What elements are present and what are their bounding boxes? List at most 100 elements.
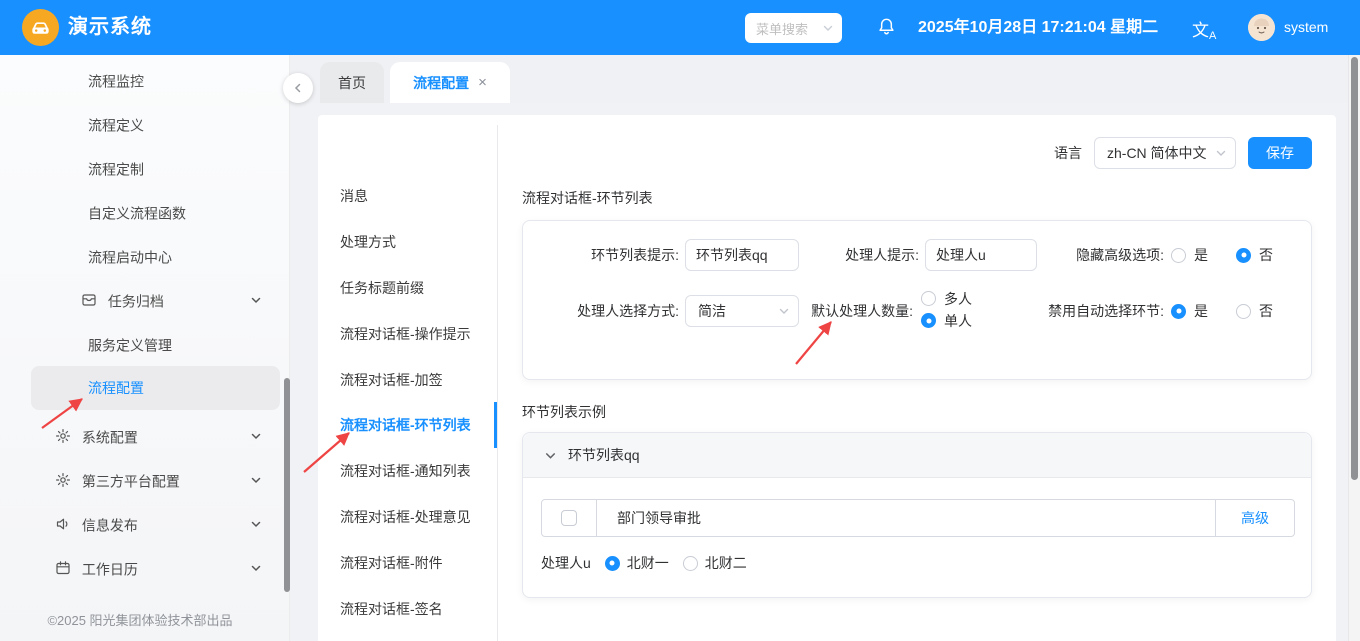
main-content-area: 语言 zh-CN 简体中文 保存 消息 处理方式 任务标题前缀 流程对话框-操作…	[290, 103, 1348, 641]
process-config-card: 语言 zh-CN 简体中文 保存 消息 处理方式 任务标题前缀 流程对话框-操作…	[318, 115, 1336, 641]
approval-node-row: 部门领导审批 高级	[541, 499, 1295, 537]
settings-content: 流程对话框-环节列表 环节列表提示: 处理人提示: 隐藏高级选项: 是 否	[522, 115, 1312, 641]
menu-item-handle-mode[interactable]: 处理方式	[318, 219, 497, 265]
notification-bell-icon[interactable]	[876, 17, 897, 41]
hide-advanced-no-label[interactable]: 否	[1259, 245, 1273, 265]
section-title-node-list: 流程对话框-环节列表	[522, 190, 653, 206]
disable-auto-select-yes-label[interactable]: 是	[1194, 301, 1208, 321]
default-handler-count-radio-multi[interactable]	[921, 291, 936, 306]
sidebar-item-system-config[interactable]: 系统配置	[0, 414, 290, 458]
app-title: 演示系统	[68, 16, 152, 38]
user-avatar[interactable]	[1248, 14, 1275, 41]
speaker-icon	[56, 518, 68, 530]
advanced-link[interactable]: 高级	[1215, 500, 1294, 536]
default-handler-count-single-label[interactable]: 单人	[944, 311, 972, 331]
archive-icon	[82, 294, 96, 306]
node-list-form-panel: 环节列表提示: 处理人提示: 隐藏高级选项: 是 否 处理人选择方式:	[522, 220, 1312, 380]
default-handler-count-radio-single[interactable]	[921, 313, 936, 328]
chevron-down-icon	[823, 25, 833, 31]
hide-advanced-yes-label[interactable]: 是	[1194, 245, 1208, 265]
sidebar-item-service-definition-management[interactable]: 服务定义管理	[0, 322, 290, 366]
node-list-example-panel: 环节列表qq 部门领导审批 高级 处理人u 北财一 北财二	[522, 432, 1312, 598]
menu-item-dialog-operation-tip[interactable]: 流程对话框-操作提示	[318, 311, 497, 357]
chevron-down-icon	[251, 297, 261, 304]
top-header-bar: 演示系统 菜单搜索 2025年10月28日 17:21:04 星期二 文A sy…	[0, 0, 1360, 55]
active-menu-indicator	[494, 402, 497, 448]
tab-home-label: 首页	[338, 74, 366, 91]
sidebar-item-custom-process-function[interactable]: 自定义流程函数	[0, 190, 290, 234]
example-panel-title: 环节列表qq	[568, 447, 640, 463]
handler-option1-label[interactable]: 北财一	[627, 553, 669, 573]
handler-prompt-label: 处理人提示:	[845, 247, 919, 263]
default-handler-count-multi-label[interactable]: 多人	[944, 289, 972, 309]
calendar-icon	[56, 561, 70, 575]
menu-item-dialog-signature[interactable]: 流程对话框-签名	[318, 586, 497, 632]
disable-auto-select-label: 禁用自动选择环节:	[1048, 303, 1164, 319]
disable-auto-select-no-label[interactable]: 否	[1259, 301, 1273, 321]
sidebar-item-third-party-platform-config[interactable]: 第三方平台配置	[0, 458, 290, 502]
sidebar-item-process-config[interactable]: 流程配置	[31, 366, 280, 410]
default-handler-count-label: 默认处理人数量:	[811, 303, 913, 319]
menu-item-task-title-prefix[interactable]: 任务标题前缀	[318, 265, 497, 311]
handler-option2-label[interactable]: 北财二	[705, 553, 747, 573]
menu-item-dialog-attachment[interactable]: 流程对话框-附件	[318, 540, 497, 586]
sidebar-scrollbar[interactable]	[284, 378, 290, 592]
handler-radio-beicai2[interactable]	[682, 555, 698, 571]
sidebar-footer-copyright: ©2025 阳光集团体验技术部出品	[47, 613, 233, 628]
sidebar-item-process-customization[interactable]: 流程定制	[0, 146, 290, 190]
tab-process-config-label: 流程配置	[413, 74, 470, 91]
disable-auto-select-radio-group: 是 否	[1171, 295, 1273, 327]
datetime-display: 2025年10月28日 17:21:04 星期二	[918, 19, 1159, 36]
node-list-prompt-label: 环节列表提示:	[591, 247, 679, 263]
sidebar-nav: 流程监控 流程定义 流程定制 自定义流程函数 流程启动中心 任务归档 服务定义管…	[0, 55, 290, 641]
sidebar-item-task-archive[interactable]: 任务归档	[0, 278, 290, 322]
hide-advanced-radio-no[interactable]	[1236, 247, 1251, 263]
sidebar-item-info-publish[interactable]: 信息发布	[0, 502, 290, 546]
language-switch-icon[interactable]: 文A	[1192, 16, 1216, 42]
example-collapse-header[interactable]: 环节列表qq	[523, 433, 1311, 478]
chevron-left-icon	[294, 83, 301, 93]
sidebar-item-process-monitor[interactable]: 流程监控	[0, 58, 290, 102]
handler-select-mode-label: 处理人选择方式:	[577, 303, 679, 319]
menu-item-dialog-countersign[interactable]: 流程对话框-加签	[318, 357, 497, 403]
page-tabs-bar: 首页 流程配置 ×	[290, 55, 1348, 103]
menu-item-dialog-node-list[interactable]: 流程对话框-环节列表	[318, 402, 497, 448]
menu-search-select[interactable]: 菜单搜索	[745, 13, 842, 43]
menu-item-dialog-handle-opinion[interactable]: 流程对话框-处理意见	[318, 494, 497, 540]
tab-close-icon[interactable]: ×	[478, 74, 487, 91]
page-scrollbar[interactable]	[1351, 57, 1358, 480]
approval-checkbox[interactable]	[561, 510, 577, 526]
menu-search-placeholder: 菜单搜索	[756, 21, 809, 37]
chevron-down-icon	[251, 521, 261, 528]
hide-advanced-radio-yes[interactable]	[1171, 247, 1186, 263]
menu-item-dialog-notify-list[interactable]: 流程对话框-通知列表	[318, 448, 497, 494]
approval-checkbox-cell	[542, 500, 597, 536]
tab-process-config[interactable]: 流程配置 ×	[390, 62, 510, 103]
handler-radio-beicai1[interactable]	[604, 555, 620, 571]
app-window: 演示系统 菜单搜索 2025年10月28日 17:21:04 星期二 文A sy…	[0, 0, 1360, 641]
sidebar-item-work-calendar[interactable]: 工作日历	[0, 546, 290, 590]
chevron-down-icon	[251, 565, 261, 572]
handler-options-row: 处理人u 北财一 北财二	[541, 553, 747, 573]
handler-label: 处理人u	[541, 555, 591, 571]
sidebar-item-process-definition[interactable]: 流程定义	[0, 102, 290, 146]
chevron-down-icon	[545, 452, 556, 459]
gear-icon	[56, 429, 70, 444]
gear-icon	[56, 473, 70, 488]
chevron-down-icon	[251, 477, 261, 484]
sidebar-item-process-start-center[interactable]: 流程启动中心	[0, 234, 290, 278]
car-icon	[32, 22, 49, 34]
disable-auto-select-radio-no[interactable]	[1236, 303, 1251, 319]
hide-advanced-label: 隐藏高级选项:	[1076, 247, 1164, 263]
section-title-example: 环节列表示例	[522, 404, 606, 420]
hide-advanced-radio-group: 是 否	[1171, 239, 1273, 271]
tab-home[interactable]: 首页	[320, 62, 384, 103]
menu-item-message[interactable]: 消息	[318, 173, 497, 219]
app-logo[interactable]	[22, 9, 59, 46]
approval-node-name: 部门领导审批	[617, 510, 701, 526]
settings-menu-divider	[497, 125, 498, 641]
sidebar-collapse-button[interactable]	[283, 73, 313, 103]
username-label[interactable]: system	[1284, 0, 1328, 55]
default-handler-count-radio-group: 多人 单人	[921, 289, 972, 331]
disable-auto-select-radio-yes[interactable]	[1171, 303, 1186, 319]
